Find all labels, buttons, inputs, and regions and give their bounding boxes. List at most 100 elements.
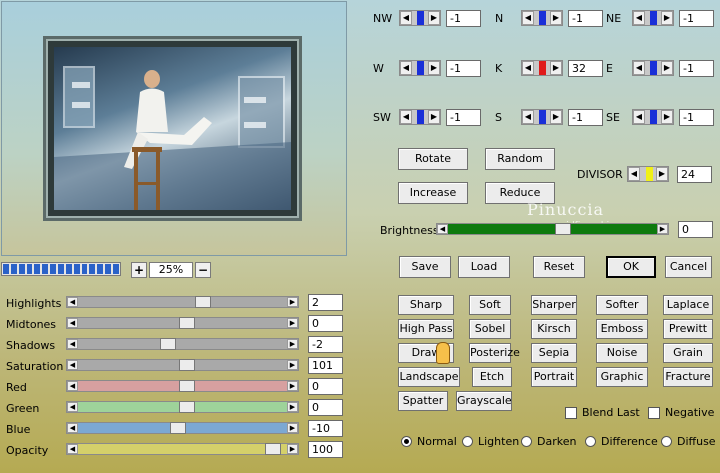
decrease-arrow-icon[interactable]: ◀ — [400, 61, 412, 75]
slider-right-arrow-icon[interactable]: ▶ — [287, 318, 298, 328]
direction-field-sw[interactable]: -1 — [446, 109, 481, 126]
blend-mode-radio-diffuse[interactable] — [661, 436, 672, 447]
shadows-thumb[interactable] — [160, 338, 176, 350]
slider-left-arrow-icon[interactable]: ◀ — [67, 423, 78, 433]
direction-field-se[interactable]: -1 — [679, 109, 714, 126]
slider-right-arrow-icon[interactable]: ▶ — [287, 297, 298, 307]
slider-left-arrow-icon[interactable]: ◀ — [67, 297, 78, 307]
direction-field-w[interactable]: -1 — [446, 60, 481, 77]
effect-button-fracture[interactable]: Fracture — [663, 367, 713, 387]
highlights-thumb[interactable] — [195, 296, 211, 308]
direction-field-e[interactable]: -1 — [679, 60, 714, 77]
random-button[interactable]: Random — [485, 148, 555, 170]
decrease-arrow-icon[interactable]: ◀ — [400, 110, 412, 124]
direction-field-nw[interactable]: -1 — [446, 10, 481, 27]
slider-left-arrow-icon[interactable]: ◀ — [67, 360, 78, 370]
save-button[interactable]: Save — [399, 256, 451, 278]
effect-button-sepia[interactable]: Sepia — [531, 343, 577, 363]
rotate-button[interactable]: Rotate — [398, 148, 468, 170]
effect-button-spatter[interactable]: Spatter — [398, 391, 448, 411]
red-field[interactable]: 0 — [308, 378, 343, 395]
divisor-field[interactable]: 24 — [677, 166, 712, 183]
direction-field-s[interactable]: -1 — [568, 109, 603, 126]
increase-arrow-icon[interactable]: ▶ — [428, 61, 440, 75]
blend-mode-radio-darken[interactable] — [521, 436, 532, 447]
direction-spinner-k[interactable]: ◀ ▶ — [521, 60, 563, 76]
increase-arrow-icon[interactable]: ▶ — [428, 110, 440, 124]
decrease-arrow-icon[interactable]: ◀ — [633, 61, 645, 75]
brightness-right-arrow[interactable]: ▶ — [657, 224, 668, 234]
opacity-slider[interactable]: ◀ ▶ — [66, 443, 299, 455]
effect-button-posterize[interactable]: Posterize — [469, 343, 520, 363]
brightness-field[interactable]: 0 — [678, 221, 713, 238]
effect-button-landscape[interactable]: Landscape — [398, 367, 460, 387]
effect-button-prewitt[interactable]: Prewitt — [663, 319, 713, 339]
increase-arrow-icon[interactable]: ▶ — [550, 61, 562, 75]
increase-arrow-icon[interactable]: ▶ — [661, 11, 673, 25]
saturation-field[interactable]: 101 — [308, 357, 343, 374]
blue-field[interactable]: -10 — [308, 420, 343, 437]
direction-spinner-sw[interactable]: ◀ ▶ — [399, 109, 441, 125]
slider-right-arrow-icon[interactable]: ▶ — [287, 402, 298, 412]
shadows-slider[interactable]: ◀ ▶ — [66, 338, 299, 350]
effect-button-graphic[interactable]: Graphic — [596, 367, 648, 387]
midtones-field[interactable]: 0 — [308, 315, 343, 332]
opacity-field[interactable]: 100 — [308, 441, 343, 458]
effect-button-kirsch[interactable]: Kirsch — [531, 319, 577, 339]
slider-left-arrow-icon[interactable]: ◀ — [67, 381, 78, 391]
ok-button[interactable]: OK — [606, 256, 656, 278]
blend-mode-radio-difference[interactable] — [585, 436, 596, 447]
saturation-slider[interactable]: ◀ ▶ — [66, 359, 299, 371]
red-thumb[interactable] — [179, 380, 195, 392]
decrease-arrow-icon[interactable]: ◀ — [633, 11, 645, 25]
blue-thumb[interactable] — [170, 422, 186, 434]
slider-left-arrow-icon[interactable]: ◀ — [67, 402, 78, 412]
zoom-in-button[interactable]: + — [131, 262, 147, 278]
cancel-button[interactable]: Cancel — [665, 256, 712, 278]
effect-button-sharper[interactable]: Sharper — [531, 295, 577, 315]
effect-button-soft[interactable]: Soft — [469, 295, 511, 315]
divisor-spinner[interactable]: ◀ ▶ — [627, 166, 669, 182]
slider-left-arrow-icon[interactable]: ◀ — [67, 339, 78, 349]
divisor-increase-arrow[interactable]: ▶ — [656, 167, 668, 181]
increase-arrow-icon[interactable]: ▶ — [550, 11, 562, 25]
effect-button-laplace[interactable]: Laplace — [663, 295, 713, 315]
increase-arrow-icon[interactable]: ▶ — [428, 11, 440, 25]
blend-mode-radio-lighten[interactable] — [462, 436, 473, 447]
direction-spinner-ne[interactable]: ◀ ▶ — [632, 10, 674, 26]
direction-spinner-e[interactable]: ◀ ▶ — [632, 60, 674, 76]
red-slider[interactable]: ◀ ▶ — [66, 380, 299, 392]
midtones-thumb[interactable] — [179, 317, 195, 329]
effect-button-sobel[interactable]: Sobel — [469, 319, 511, 339]
highlights-slider[interactable]: ◀ ▶ — [66, 296, 299, 308]
divisor-decrease-arrow[interactable]: ◀ — [628, 167, 640, 181]
effect-button-grayscale[interactable]: Grayscale — [456, 391, 512, 411]
effect-button-emboss[interactable]: Emboss — [596, 319, 648, 339]
decrease-arrow-icon[interactable]: ◀ — [522, 11, 534, 25]
direction-spinner-se[interactable]: ◀ ▶ — [632, 109, 674, 125]
effect-button-high-pass[interactable]: High Pass — [398, 319, 454, 339]
direction-spinner-w[interactable]: ◀ ▶ — [399, 60, 441, 76]
blend-last-checkbox[interactable] — [565, 407, 577, 419]
effect-button-noise[interactable]: Noise — [596, 343, 648, 363]
direction-spinner-nw[interactable]: ◀ ▶ — [399, 10, 441, 26]
reset-button[interactable]: Reset — [533, 256, 585, 278]
brightness-thumb[interactable] — [555, 223, 571, 235]
negative-checkbox[interactable] — [648, 407, 660, 419]
blend-mode-radio-normal[interactable] — [401, 436, 412, 447]
decrease-arrow-icon[interactable]: ◀ — [400, 11, 412, 25]
increase-arrow-icon[interactable]: ▶ — [661, 110, 673, 124]
effect-button-grain[interactable]: Grain — [663, 343, 713, 363]
direction-spinner-s[interactable]: ◀ ▶ — [521, 109, 563, 125]
decrease-arrow-icon[interactable]: ◀ — [522, 61, 534, 75]
effect-button-sharp[interactable]: Sharp — [398, 295, 454, 315]
brightness-slider[interactable]: ◀ ▶ — [436, 223, 669, 235]
slider-right-arrow-icon[interactable]: ▶ — [287, 339, 298, 349]
direction-field-n[interactable]: -1 — [568, 10, 603, 27]
load-button[interactable]: Load — [458, 256, 510, 278]
increase-arrow-icon[interactable]: ▶ — [661, 61, 673, 75]
slider-right-arrow-icon[interactable]: ▶ — [287, 381, 298, 391]
saturation-thumb[interactable] — [179, 359, 195, 371]
slider-left-arrow-icon[interactable]: ◀ — [67, 444, 78, 454]
effect-button-etch[interactable]: Etch — [472, 367, 512, 387]
